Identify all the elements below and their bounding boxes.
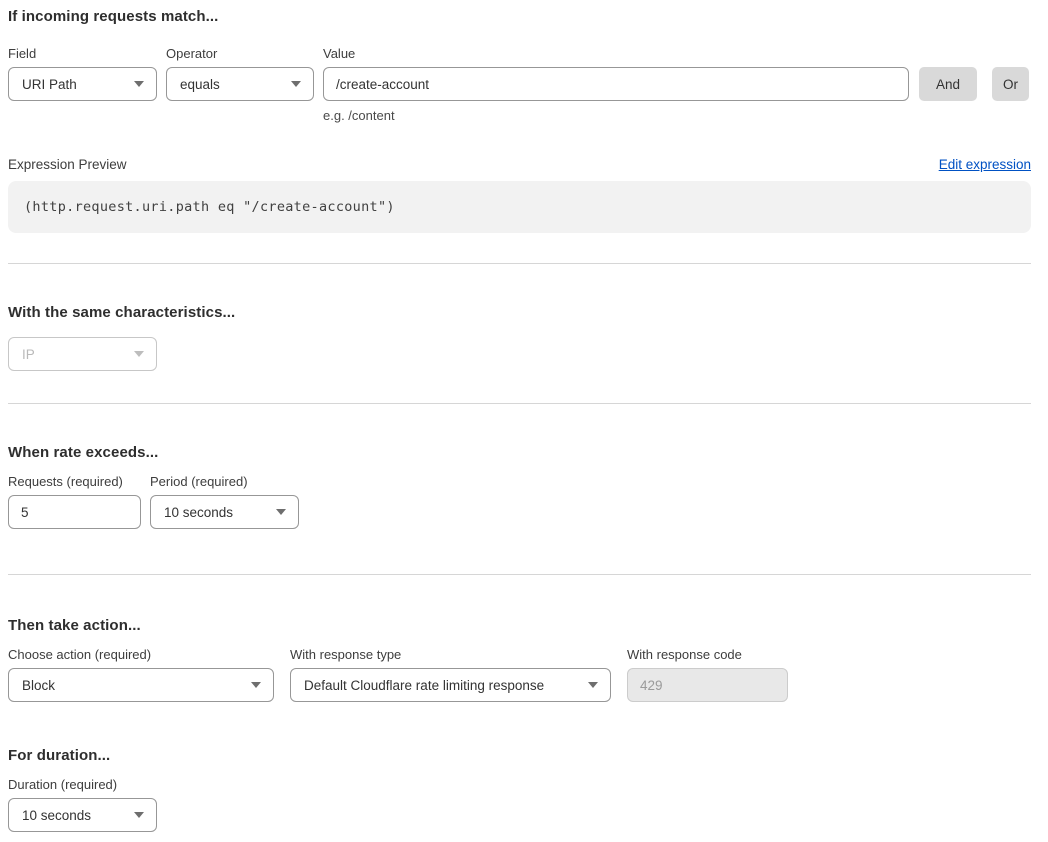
- expression-preview-code: (http.request.uri.path eq "/create-accou…: [8, 181, 1031, 233]
- response-type-select-value: Default Cloudflare rate limiting respons…: [304, 678, 544, 693]
- action-form-row: Choose action (required) Block With resp…: [8, 647, 1031, 702]
- rate-form-row: Requests (required) Period (required) 10…: [8, 474, 1031, 529]
- rate-section-heading: When rate exceeds...: [8, 442, 1031, 464]
- chevron-down-icon: [276, 509, 286, 515]
- characteristic-select-value: IP: [22, 347, 35, 362]
- duration-section-heading: For duration...: [8, 745, 1031, 767]
- chevron-down-icon: [251, 682, 261, 688]
- characteristics-section-heading: With the same characteristics...: [8, 302, 1031, 324]
- duration-form-row: Duration (required) 10 seconds: [8, 777, 1031, 832]
- chevron-down-icon: [134, 351, 144, 357]
- expression-code-text: (http.request.uri.path eq "/create-accou…: [24, 199, 395, 215]
- value-label: Value: [323, 46, 909, 62]
- expression-preview-header: Expression Preview Edit expression: [8, 156, 1031, 174]
- field-select[interactable]: URI Path: [8, 67, 157, 101]
- response-code-label: With response code: [627, 647, 788, 663]
- duration-select-value: 10 seconds: [22, 808, 91, 823]
- and-button[interactable]: And: [919, 67, 977, 101]
- action-section-heading: Then take action...: [8, 615, 1031, 637]
- edit-expression-link[interactable]: Edit expression: [939, 156, 1031, 174]
- choose-action-select[interactable]: Block: [8, 668, 274, 702]
- chevron-down-icon: [134, 812, 144, 818]
- chevron-down-icon: [291, 81, 301, 87]
- chevron-down-icon: [134, 81, 144, 87]
- match-section-heading: If incoming requests match...: [8, 6, 1031, 28]
- section-divider: [8, 403, 1031, 404]
- or-button[interactable]: Or: [992, 67, 1029, 101]
- match-form-row: Field URI Path Operator equals Value e.g…: [8, 46, 1031, 124]
- chevron-down-icon: [588, 682, 598, 688]
- value-helper-text: e.g. /content: [323, 108, 909, 124]
- response-type-select[interactable]: Default Cloudflare rate limiting respons…: [290, 668, 611, 702]
- expression-preview-label: Expression Preview: [8, 156, 127, 174]
- response-code-input: [627, 668, 788, 702]
- period-select-value: 10 seconds: [164, 505, 233, 520]
- field-label: Field: [8, 46, 157, 62]
- operator-select-value: equals: [180, 77, 220, 92]
- characteristics-form-row: IP: [8, 337, 1031, 371]
- operator-select[interactable]: equals: [166, 67, 314, 101]
- value-input[interactable]: [323, 67, 909, 101]
- response-type-label: With response type: [290, 647, 611, 663]
- requests-label: Requests (required): [8, 474, 141, 490]
- period-label: Period (required): [150, 474, 299, 490]
- period-select[interactable]: 10 seconds: [150, 495, 299, 529]
- duration-label: Duration (required): [8, 777, 157, 793]
- field-select-value: URI Path: [22, 77, 77, 92]
- choose-action-label: Choose action (required): [8, 647, 274, 663]
- characteristic-select: IP: [8, 337, 157, 371]
- section-divider: [8, 263, 1031, 264]
- rate-limit-rule-form: If incoming requests match... Field URI …: [0, 0, 1048, 832]
- requests-input[interactable]: [8, 495, 141, 529]
- duration-select[interactable]: 10 seconds: [8, 798, 157, 832]
- operator-label: Operator: [166, 46, 314, 62]
- section-divider: [8, 574, 1031, 575]
- choose-action-select-value: Block: [22, 678, 55, 693]
